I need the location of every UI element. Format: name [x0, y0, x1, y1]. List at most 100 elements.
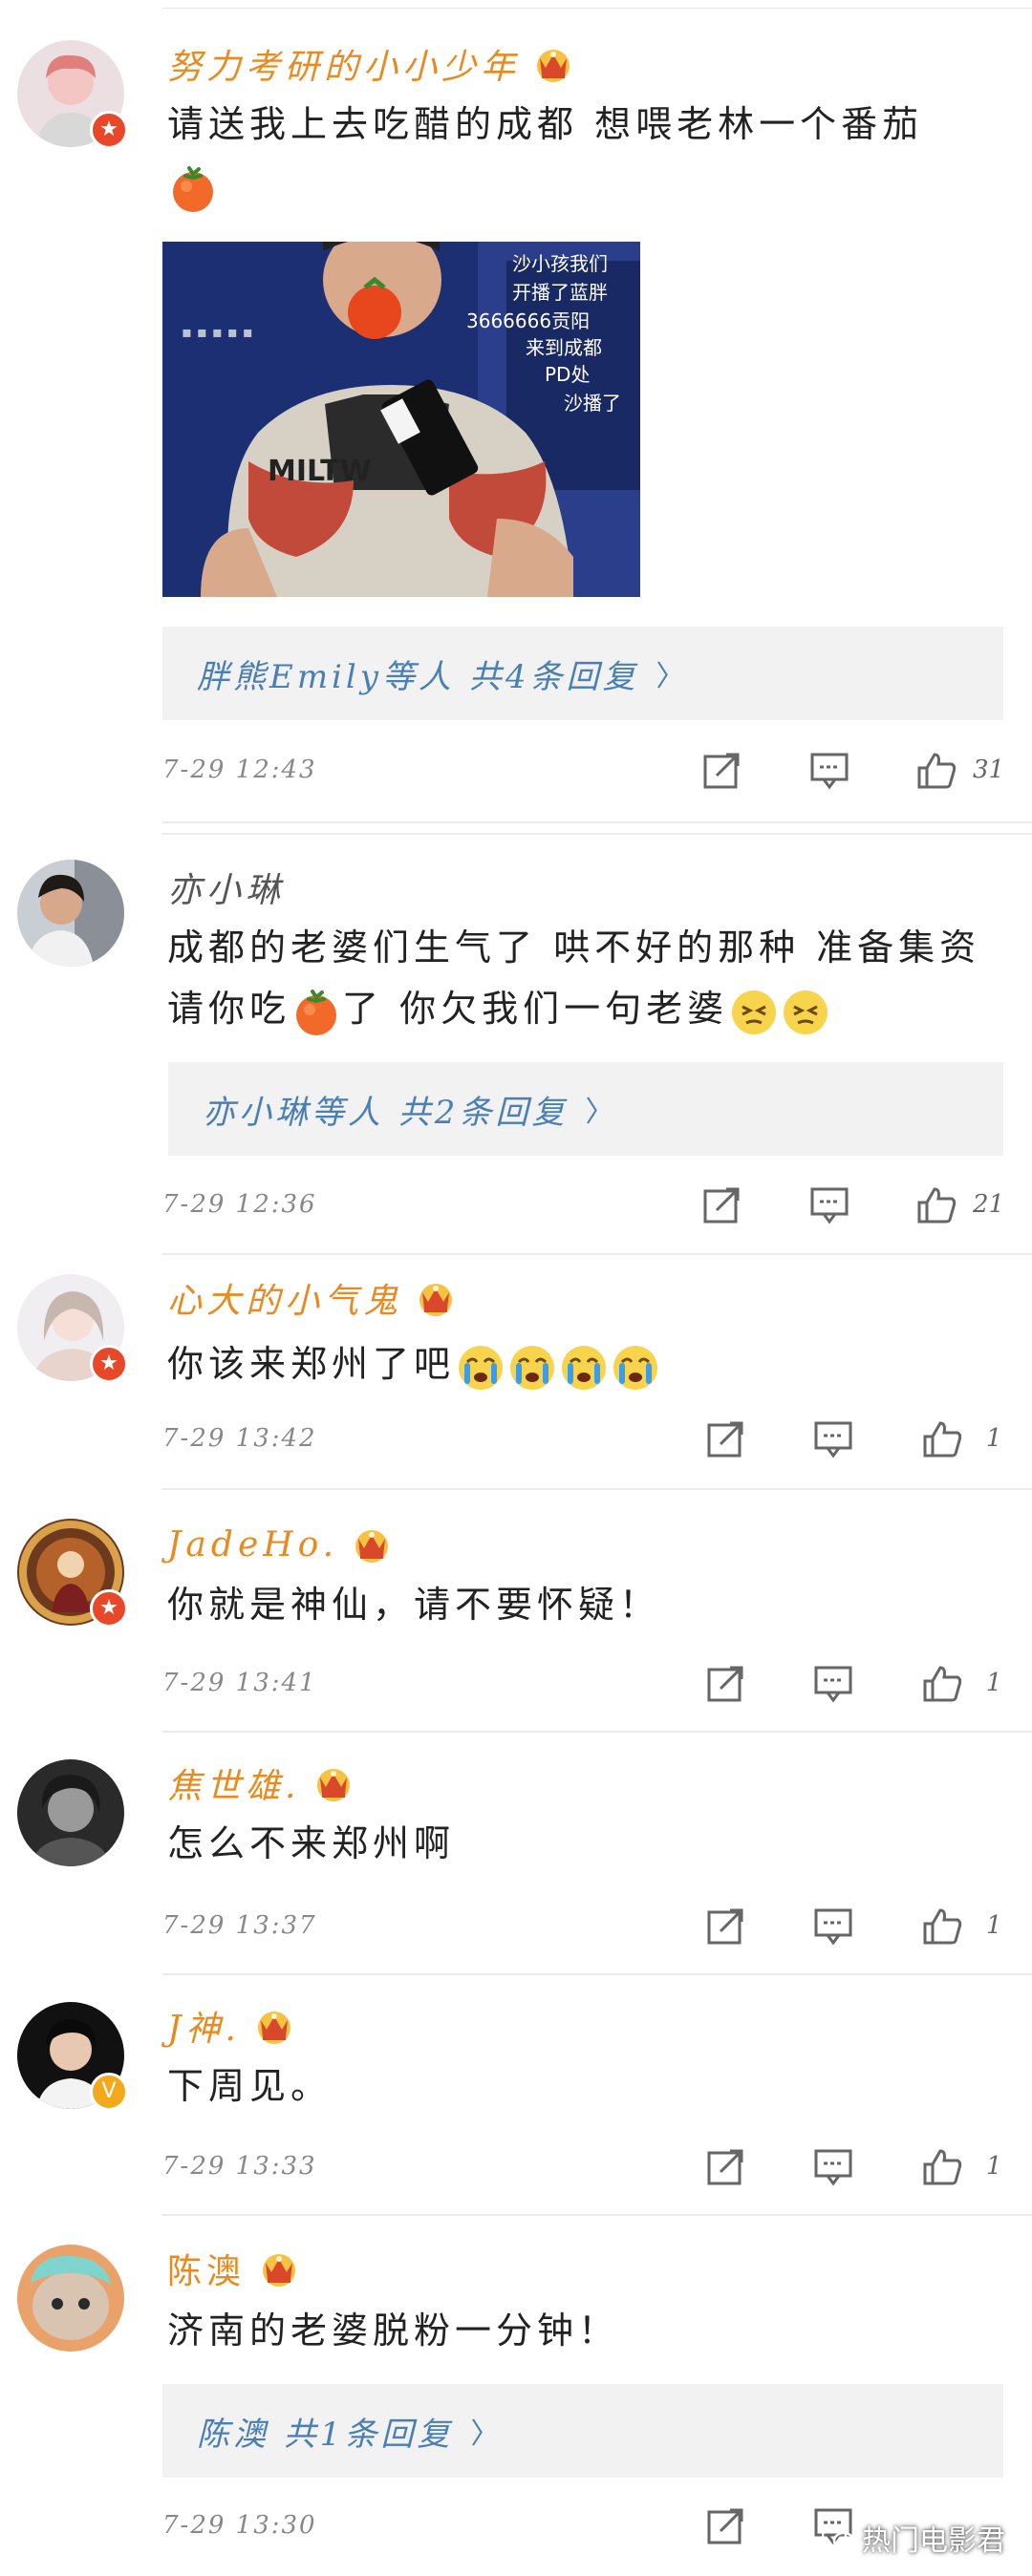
comment-icon	[812, 1417, 854, 1459]
thumbs-up-icon	[921, 1662, 963, 1704]
crying-face-icon	[611, 1343, 660, 1393]
star-badge-icon: ★	[90, 111, 128, 149]
like-button[interactable]	[914, 1410, 971, 1467]
username[interactable]: 亦小琳	[167, 862, 285, 912]
share-icon	[705, 2504, 747, 2546]
divider	[162, 1731, 1032, 1733]
comment-icon	[808, 749, 850, 791]
like-button[interactable]	[914, 1897, 971, 1954]
share-icon	[705, 2145, 747, 2187]
share-icon	[701, 1183, 743, 1225]
timestamp: 7-29 13:42	[162, 1424, 317, 1453]
comment-text: 怎么不来郑州啊	[167, 1822, 456, 1864]
like-count: 1	[986, 1424, 1002, 1453]
shirt-print: MILTW	[268, 455, 372, 488]
wechat-icon	[822, 2524, 854, 2550]
reply-summary[interactable]: 胖熊Emily等人 共4条回复〉	[162, 627, 1003, 720]
comment-button[interactable]	[801, 1176, 858, 1233]
comment-button[interactable]	[805, 1410, 862, 1467]
comment-icon	[808, 1183, 850, 1225]
overlay-text: 3666666贡阳	[466, 309, 590, 332]
avatar[interactable]	[17, 2245, 124, 2352]
tomato-icon	[168, 164, 218, 214]
username[interactable]: 陈澳	[167, 2244, 246, 2293]
share-button[interactable]	[698, 1654, 755, 1712]
username[interactable]: J神.	[167, 2001, 241, 2051]
crown-icon	[257, 2249, 301, 2288]
crying-face-icon	[507, 1343, 557, 1393]
like-button[interactable]	[908, 741, 965, 798]
share-button[interactable]	[698, 1410, 755, 1467]
overlay-text: 沙播了	[564, 392, 621, 415]
timestamp: 7-29 13:37	[162, 1911, 317, 1940]
divider	[162, 1973, 1032, 1975]
comment-text: 成都的老婆们生气了 哄不好的那种 准备集资请你吃了 你欠我们一句老婆	[167, 917, 1003, 1039]
crown-icon	[414, 1279, 458, 1317]
crown-icon	[252, 2007, 296, 2045]
chevron-right-icon: 〉	[470, 2417, 504, 2451]
comment-button[interactable]	[805, 1654, 862, 1712]
timestamp: 7-29 13:33	[162, 2152, 317, 2181]
comment-button[interactable]	[805, 1897, 862, 1954]
share-button[interactable]	[698, 2138, 755, 2195]
comment-photo[interactable]: MILTW 沙小孩我们 开播了蓝胖 3666666贡阳 来到成都 PD处 沙播了…	[162, 242, 640, 597]
like-count: 1	[986, 1669, 1002, 1697]
avatar[interactable]: V	[17, 2002, 128, 2111]
share-button[interactable]	[694, 741, 751, 798]
thumbs-up-icon	[915, 749, 957, 791]
thumbs-up-icon	[915, 1183, 957, 1225]
thumbs-up-icon	[921, 1417, 963, 1459]
share-button[interactable]	[694, 1176, 751, 1233]
like-button[interactable]	[914, 1654, 971, 1712]
reply-summary[interactable]: 陈澳 共1条回复〉	[162, 2384, 1003, 2478]
star-badge-icon: ★	[90, 1345, 128, 1383]
squint-face-icon	[781, 988, 830, 1037]
like-count: 1	[986, 1911, 1002, 1940]
chevron-right-icon: 〉	[585, 1096, 618, 1129]
comment-button[interactable]	[801, 741, 858, 798]
username[interactable]: 努力考研的小小少年	[167, 39, 520, 89]
overlay-text: 开播了蓝胖	[512, 281, 608, 304]
share-icon	[701, 749, 743, 791]
share-icon	[705, 1905, 747, 1947]
divider	[162, 1488, 1032, 1490]
avatar[interactable]	[17, 1759, 124, 1866]
like-button[interactable]	[908, 1176, 965, 1233]
comment-icon	[812, 2145, 854, 2187]
like-button[interactable]	[914, 2138, 971, 2195]
comment-text: 下周见。	[167, 2065, 333, 2107]
share-icon	[705, 1417, 747, 1459]
avatar[interactable]: ★	[17, 40, 128, 149]
watermark: 热门电影君	[822, 2517, 1005, 2559]
username[interactable]: 心大的小气鬼	[167, 1273, 402, 1323]
verified-v-icon: V	[90, 2073, 128, 2111]
crying-face-icon	[559, 1343, 609, 1393]
crown-icon	[350, 1525, 394, 1564]
avatar[interactable]: ★	[17, 1519, 128, 1628]
avatar[interactable]: ★	[17, 1274, 128, 1383]
avatar[interactable]	[17, 860, 124, 967]
chevron-right-icon: 〉	[656, 660, 689, 693]
username[interactable]: JadeHo.	[167, 1525, 338, 1565]
divider	[162, 1253, 1032, 1255]
like-count: 21	[973, 1190, 1005, 1219]
svg-text:▪ ▪ ▪ ▪ ▪: ▪ ▪ ▪ ▪ ▪	[182, 323, 253, 341]
timestamp: 7-29 12:36	[162, 1190, 317, 1219]
crown-icon	[531, 45, 575, 83]
comment-icon	[812, 1662, 854, 1704]
star-badge-icon: ★	[90, 1589, 128, 1628]
overlay-text: 来到成都	[526, 336, 602, 359]
share-button[interactable]	[698, 2497, 755, 2554]
timestamp: 7-29 12:43	[162, 756, 317, 784]
squint-face-icon	[729, 988, 779, 1037]
thumbs-up-icon	[921, 2145, 963, 2187]
comment-button[interactable]	[805, 2138, 862, 2195]
divider	[162, 833, 1032, 835]
divider	[162, 821, 1032, 823]
username[interactable]: 焦世雄.	[167, 1758, 300, 1808]
reply-summary[interactable]: 亦小琳等人 共2条回复〉	[168, 1062, 1003, 1156]
comment-icon	[812, 1905, 854, 1947]
timestamp: 7-29 13:41	[162, 1669, 317, 1697]
comment-text: 请送我上去吃醋的成都 想喂老林一个番茄	[167, 94, 1003, 216]
share-button[interactable]	[698, 1897, 755, 1954]
